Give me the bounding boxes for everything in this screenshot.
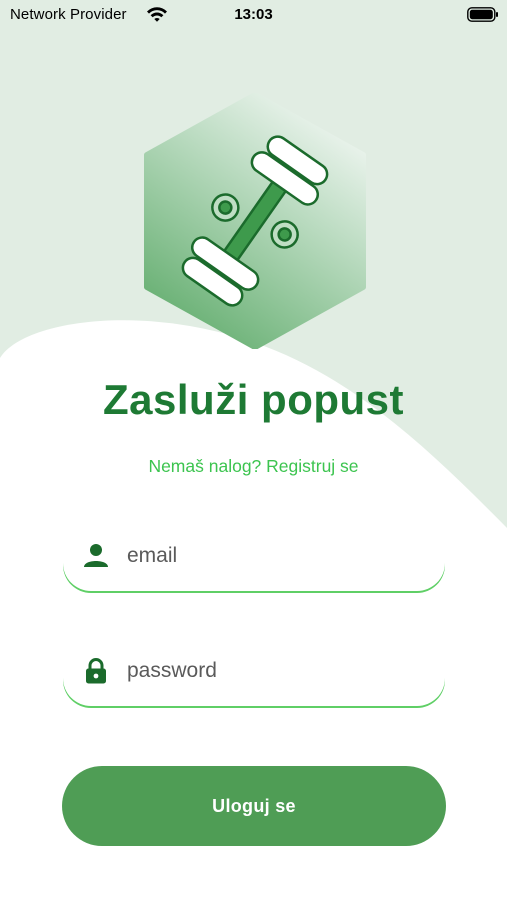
- email-field[interactable]: [63, 535, 445, 591]
- email-input[interactable]: [127, 539, 427, 573]
- login-screen: Network Provider 13:03 Zasluži popust Ne…: [0, 0, 507, 900]
- person-icon: [84, 544, 108, 567]
- register-link[interactable]: Nemaš nalog? Registruj se: [0, 456, 507, 477]
- battery-icon: [467, 7, 498, 22]
- status-time: 13:03: [234, 6, 273, 23]
- app-title: Zasluži popust: [103, 376, 404, 423]
- password-input[interactable]: [127, 654, 427, 688]
- password-field[interactable]: [63, 650, 445, 706]
- status-bar: Network Provider 13:03: [0, 0, 507, 30]
- dumbbell-percent-icon: [144, 93, 366, 349]
- lock-icon: [86, 658, 106, 684]
- login-button[interactable]: Uloguj se: [62, 766, 446, 846]
